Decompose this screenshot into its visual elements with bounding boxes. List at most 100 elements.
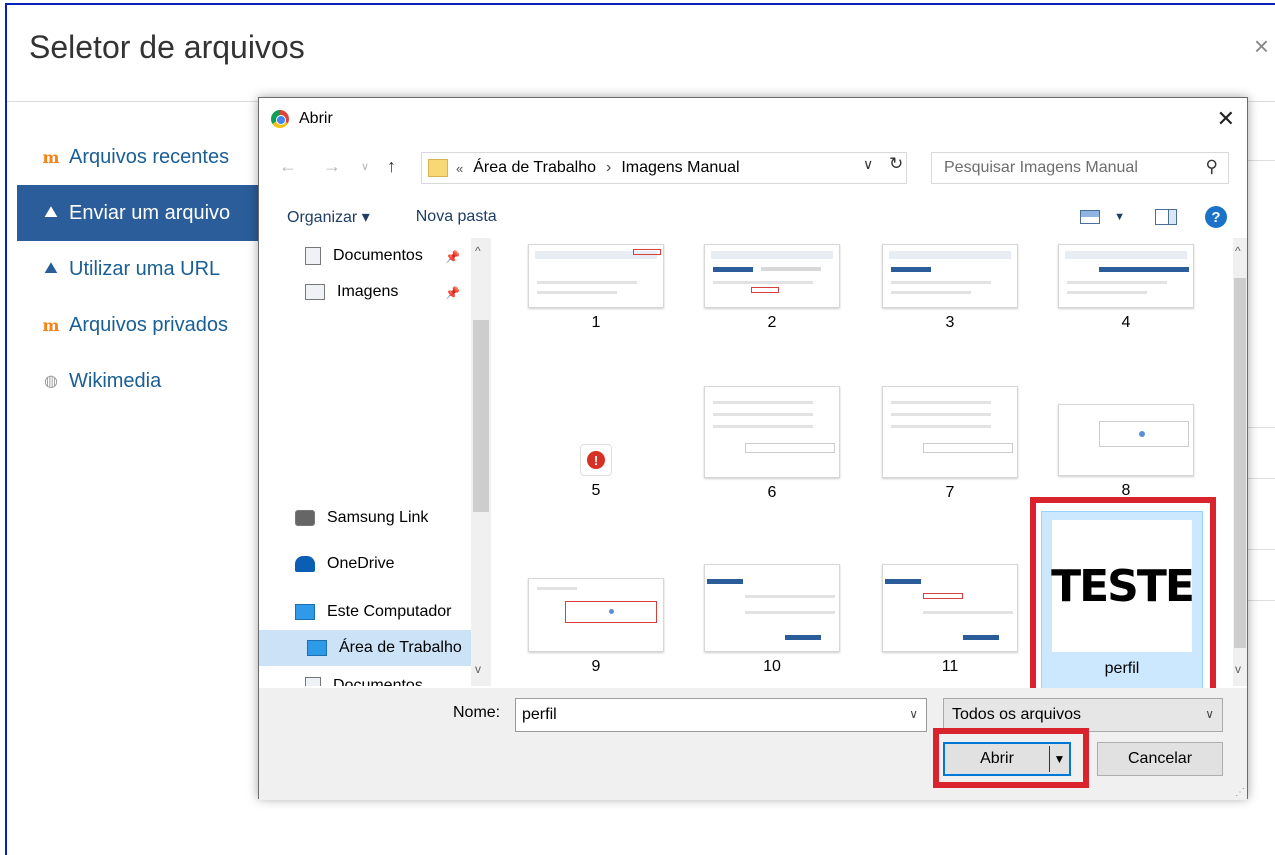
nav-item-documents[interactable]: Documentos [305, 238, 423, 274]
file-item[interactable]: 10 [693, 564, 851, 676]
file-name: 3 [945, 314, 955, 331]
file-name: 7 [945, 484, 955, 501]
cancel-button[interactable]: Cancelar [1097, 742, 1223, 776]
nav-item-label: Imagens [337, 283, 399, 300]
resize-grip-icon[interactable]: ⋰ [1235, 787, 1245, 798]
chevron-down-icon[interactable]: ∨ [361, 160, 369, 173]
url-icon: ⛰ [44, 260, 58, 277]
file-thumbnail [528, 244, 664, 308]
scroll-down-icon[interactable]: v [1235, 662, 1241, 676]
file-item[interactable]: 6 [693, 386, 851, 502]
sidebar-item-url[interactable]: ⛰ Utilizar uma URL [17, 241, 263, 297]
nav-item-samsung-link[interactable]: Samsung Link [295, 500, 428, 536]
moodle-icon: m [42, 147, 60, 167]
file-item[interactable]: 7 [871, 386, 1029, 502]
file-item[interactable]: 4 [1047, 244, 1205, 332]
file-name: 2 [767, 314, 777, 331]
file-thumbnail [1058, 244, 1194, 308]
breadcrumb-images-manual[interactable]: Imagens Manual [621, 159, 739, 177]
nav-item-documents-2[interactable]: Documentos [305, 668, 423, 686]
upload-icon: ⛰ [44, 204, 58, 221]
organize-button[interactable]: Organizar ▾ [287, 207, 370, 227]
moodle-icon: m [42, 315, 60, 335]
file-scrollbar[interactable]: ^ v [1233, 238, 1247, 686]
nav-item-label: Documentos [333, 247, 423, 264]
file-name: 5 [591, 482, 601, 499]
search-input[interactable]: Pesquisar Imagens Manual ⚲ [931, 152, 1229, 184]
file-type-select[interactable]: Todos os arquivos ∨ [943, 698, 1223, 732]
scrollbar-thumb[interactable] [473, 320, 489, 512]
overflow-crumb[interactable]: « [456, 161, 463, 176]
scroll-down-icon[interactable]: v [475, 662, 481, 676]
address-bar[interactable]: « Área de Trabalho › Imagens Manual [421, 152, 907, 184]
file-name: 9 [591, 658, 601, 675]
dialog-titlebar: Abrir [259, 98, 1247, 140]
nav-item-desktop[interactable]: Área de Trabalho [259, 630, 471, 666]
chevron-down-icon[interactable]: ∨ [1205, 707, 1214, 721]
preview-pane-icon[interactable] [1155, 209, 1177, 225]
modal-title: Seletor de arquivos [29, 29, 305, 65]
scrollbar-thumb[interactable] [1234, 278, 1246, 648]
file-name: 10 [763, 658, 781, 675]
back-icon[interactable]: ← [279, 156, 297, 177]
image-folder-icon [305, 284, 325, 300]
help-icon[interactable]: ? [1205, 206, 1227, 228]
file-item[interactable]: 11 [871, 564, 1029, 676]
file-thumbnail [704, 564, 840, 652]
sidebar-item-upload[interactable]: ⛰ Enviar um arquivo [17, 185, 263, 241]
file-item[interactable]: 8 [1047, 404, 1205, 500]
search-placeholder: Pesquisar Imagens Manual [944, 159, 1138, 176]
sidebar-item-label: Enviar um arquivo [69, 201, 231, 224]
nav-item-label: Samsung Link [327, 509, 429, 526]
close-icon[interactable]: × [1254, 31, 1269, 62]
file-type-value: Todos os arquivos [952, 706, 1081, 723]
file-item[interactable]: 2 [693, 244, 851, 332]
nav-item-images[interactable]: Imagens [305, 274, 398, 310]
sidebar-item-private-files[interactable]: m Arquivos privados [17, 297, 263, 353]
sidebar-item-label: Arquivos recentes [69, 145, 230, 168]
file-name-input[interactable]: perfil ∨ [515, 698, 927, 732]
background-field [1247, 427, 1275, 479]
nav-scrollbar[interactable]: ^ v [471, 238, 491, 686]
chevron-down-icon[interactable]: ∨ [863, 156, 873, 173]
file-name: 6 [767, 484, 777, 501]
pin-icon: 📌 [445, 250, 460, 264]
nav-item-label: Este Computador [327, 603, 452, 620]
broken-image-icon: ! [580, 444, 612, 476]
dialog-title: Abrir [299, 110, 333, 127]
nav-item-onedrive[interactable]: OneDrive [295, 546, 395, 582]
folder-icon [428, 159, 448, 177]
background-field [1247, 549, 1275, 601]
scroll-up-icon[interactable]: ^ [475, 244, 481, 258]
file-item[interactable]: 9 [517, 578, 675, 676]
new-folder-button[interactable]: Nova pasta [416, 208, 497, 226]
desktop-icon [307, 640, 327, 656]
highlight-box [1030, 497, 1216, 697]
nav-item-this-pc[interactable]: Este Computador [295, 594, 452, 630]
pin-icon: 📌 [445, 286, 460, 300]
breadcrumb-desktop[interactable]: Área de Trabalho [473, 159, 596, 177]
sidebar-item-wikimedia[interactable]: ◍ Wikimedia [17, 353, 263, 409]
dialog-footer: Nome: perfil ∨ Todos os arquivos ∨ Abrir… [259, 688, 1247, 800]
view-mode-icon[interactable] [1080, 210, 1101, 224]
file-item[interactable]: 3 [871, 244, 1029, 332]
file-item[interactable]: ! 5 [517, 444, 675, 500]
open-file-dialog: Abrir ✕ ← → ∨ ↑ « Área de Trabalho › Ima… [258, 97, 1248, 800]
scroll-up-icon[interactable]: ^ [1235, 244, 1241, 258]
forward-icon[interactable]: → [323, 156, 341, 177]
toolbar-right: ▼ ? [1080, 206, 1227, 228]
chrome-icon [271, 110, 289, 128]
samsung-link-icon [295, 510, 315, 526]
file-thumbnail [528, 578, 664, 652]
chevron-down-icon[interactable]: ∨ [909, 707, 918, 721]
onedrive-icon [295, 556, 315, 572]
file-thumbnail [882, 564, 1018, 652]
sidebar-item-recent-files[interactable]: m Arquivos recentes [17, 129, 263, 185]
refresh-icon[interactable]: ↻ [889, 154, 903, 174]
file-name: 4 [1121, 314, 1131, 331]
nav-item-label: Área de Trabalho [339, 639, 462, 656]
close-icon[interactable]: ✕ [1217, 106, 1235, 132]
chevron-down-icon[interactable]: ▼ [1114, 211, 1125, 223]
up-icon[interactable]: ↑ [387, 156, 396, 177]
file-item[interactable]: 1 [517, 244, 675, 332]
